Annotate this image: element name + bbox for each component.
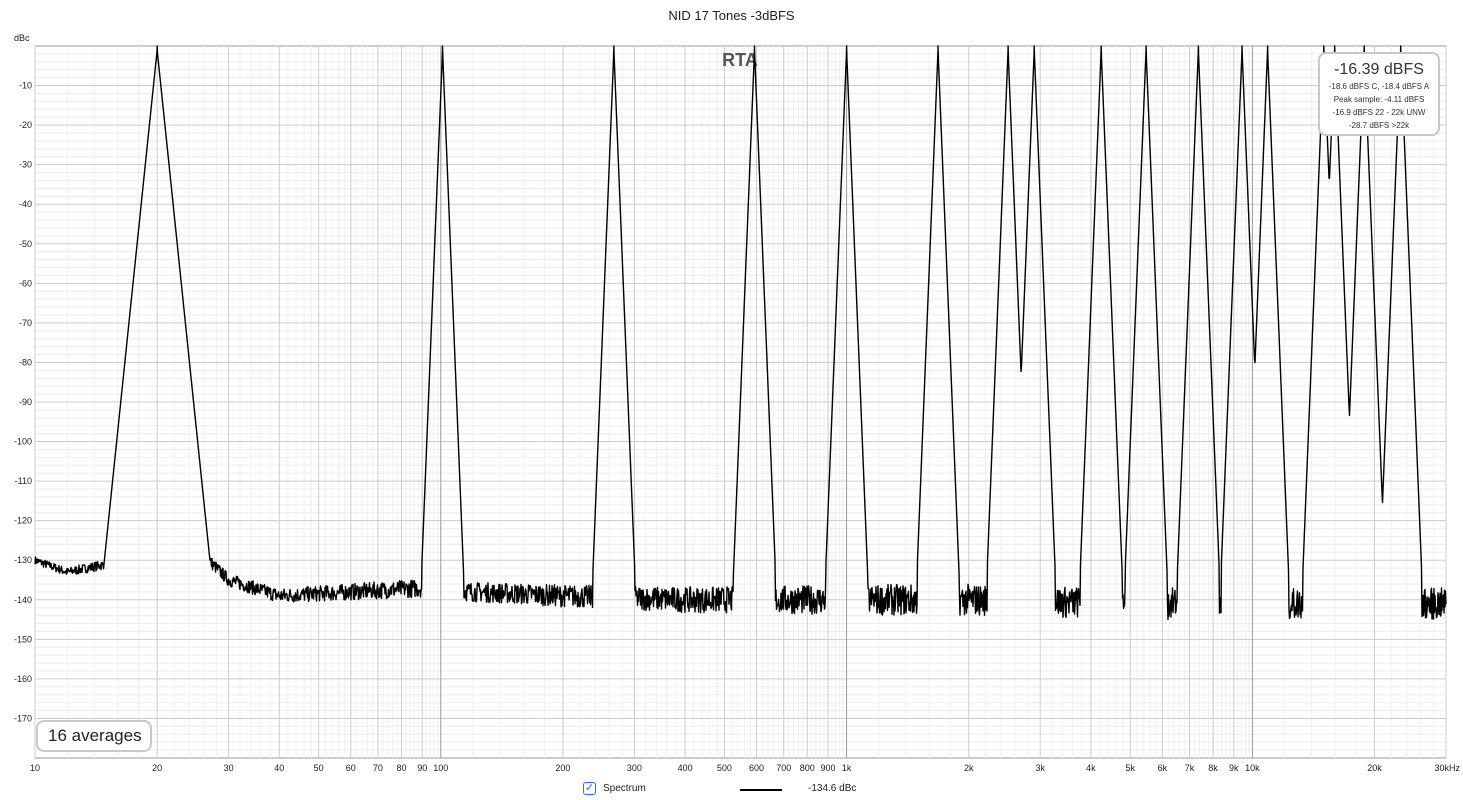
x-tick-label: 900	[821, 763, 836, 773]
y-tick-label: -110	[15, 476, 32, 486]
averages-box[interactable]: 16 averages	[36, 720, 152, 752]
y-tick-label: -170	[14, 713, 32, 723]
x-tick-label: 70	[373, 763, 383, 773]
x-tick-label: 60	[346, 763, 356, 773]
legend-cursor-value: -134.6 dBc	[808, 783, 857, 794]
x-tick-label: 20	[152, 763, 162, 773]
x-tick-label: 90	[417, 763, 427, 773]
x-tick-label: 5k	[1125, 763, 1135, 773]
y-tick-label: -70	[19, 318, 32, 328]
x-tick-label: 3k	[1035, 763, 1045, 773]
x-tick-label: 30	[224, 763, 234, 773]
spectrum-chart: -10 -20 -30 -40 -50 -60 -70 -80 -90 -100 -110 -120 -…	[14, 33, 1461, 773]
y-tick-label: -150	[14, 634, 32, 644]
y-tick-label: -120	[14, 516, 32, 526]
y-tick-label: -50	[19, 239, 32, 249]
x-tick-label: 8k	[1208, 763, 1218, 773]
spectrum-visibility-checkbox[interactable]: ✓	[583, 782, 596, 795]
x-tick-label: 200	[555, 763, 570, 773]
x-tick-label: 50	[314, 763, 324, 773]
y-tick-label: -90	[19, 397, 32, 407]
x-tick-label: 400	[678, 763, 693, 773]
x-tick-label: 300	[627, 763, 642, 773]
legend-line-swatch	[740, 789, 782, 791]
y-tick-label: -60	[19, 278, 32, 288]
y-axis-unit: dBc	[14, 33, 30, 43]
legend-series-name: Spectrum	[603, 783, 646, 794]
level-main-readout: -16.39 dBFS	[1334, 61, 1424, 78]
y-tick-label: -80	[19, 357, 32, 367]
x-tick-label: 20k	[1367, 763, 1382, 773]
x-tick-label: 10k	[1245, 763, 1260, 773]
y-tick-label: -160	[14, 674, 32, 684]
x-tick-label: 9k	[1229, 763, 1239, 773]
level-weighted-readout: -18.6 dBFS C, -18.4 dBFS A	[1328, 82, 1430, 91]
above-22k-readout: -28.7 dBFS >22k	[1348, 121, 1410, 130]
x-tick-label: 700	[776, 763, 791, 773]
y-tick-label: -30	[19, 160, 32, 170]
y-axis-ticks: -10 -20 -30 -40 -50 -60 -70 -80 -90 -100 -110 -120 -…	[14, 81, 32, 724]
x-tick-label: 500	[717, 763, 732, 773]
y-tick-label: -20	[19, 120, 32, 130]
x-tick-label: 600	[749, 763, 764, 773]
rta-label: RTA	[722, 50, 758, 70]
x-tick-label: 4k	[1086, 763, 1096, 773]
x-tick-label: 1k	[842, 763, 852, 773]
peak-sample-readout: Peak sample: -4.11 dBFS	[1333, 95, 1425, 104]
x-tick-label: 7k	[1185, 763, 1195, 773]
x-tick-label: 80	[396, 763, 406, 773]
y-tick-label: -130	[14, 555, 32, 565]
legend: ✓ Spectrum -134.6 dBc	[0, 781, 1463, 799]
x-tick-label: 2k	[964, 763, 974, 773]
y-tick-label: -40	[19, 199, 32, 209]
unweighted-readout: -16.9 dBFS 22 - 22k UNW	[1332, 108, 1426, 117]
y-tick-label: -100	[14, 437, 32, 447]
x-axis-ticks: 10 20 30 40 50 60 70 80 90 100 200 300 400 500 600 700 8…	[30, 763, 1461, 773]
x-tick-label: 800	[800, 763, 815, 773]
level-info-box[interactable]: -16.39 dBFS -18.6 dBFS C, -18.4 dBFS A P…	[1318, 52, 1440, 136]
y-tick-label: -140	[14, 595, 32, 605]
x-tick-label: 6k	[1158, 763, 1168, 773]
x-tick-label: 30kHz	[1434, 763, 1460, 773]
x-tick-label: 100	[433, 763, 448, 773]
x-tick-label: 10	[30, 763, 40, 773]
y-tick-label: -10	[19, 81, 32, 91]
x-tick-label: 40	[274, 763, 284, 773]
